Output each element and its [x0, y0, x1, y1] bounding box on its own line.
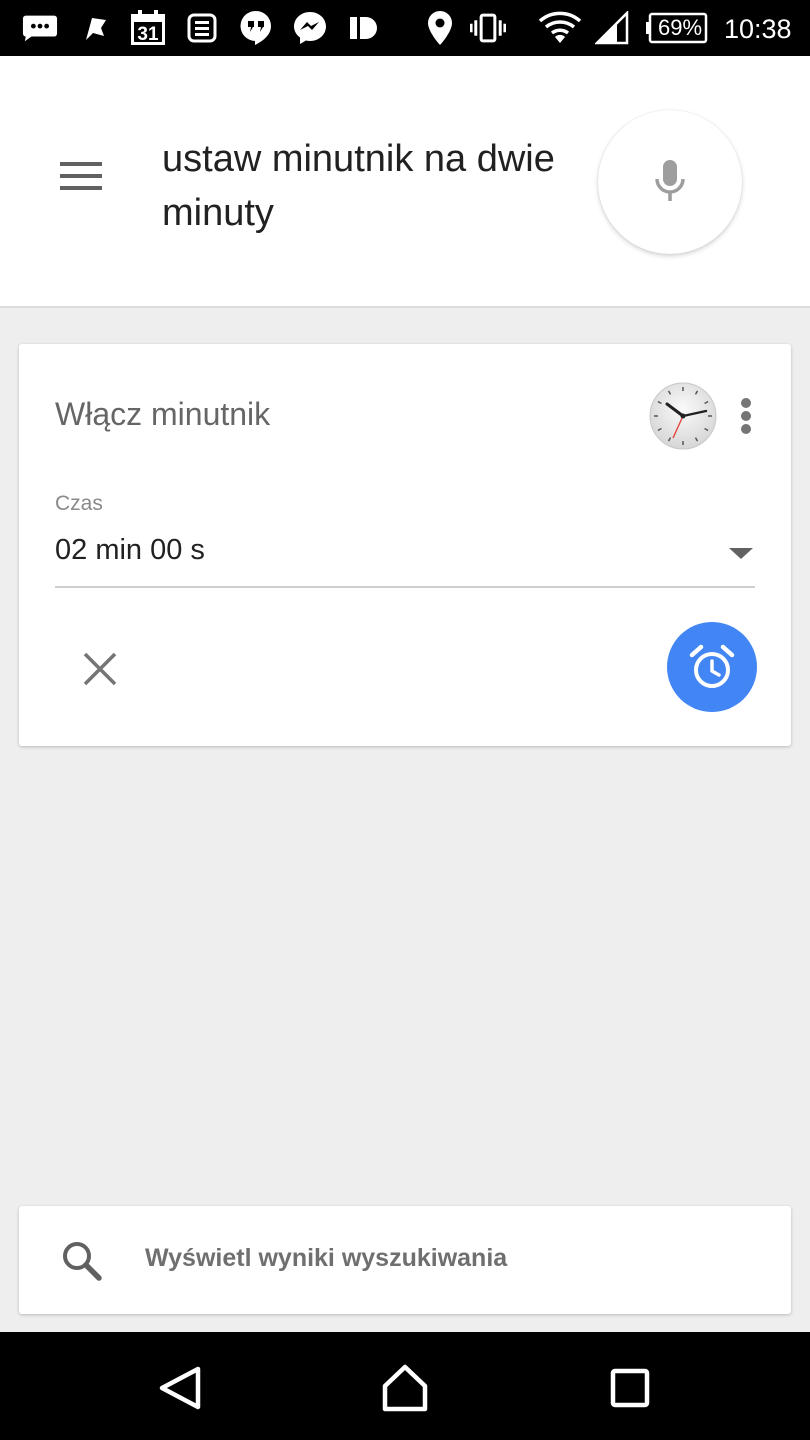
- svg-text:31: 31: [137, 24, 159, 45]
- close-icon: [83, 652, 117, 686]
- flag-icon: [78, 10, 114, 46]
- status-bar: 31 69% 10:38: [0, 0, 810, 56]
- battery-percent: 69%: [658, 15, 703, 40]
- location-icon: [422, 10, 458, 46]
- query-text: ustaw minutnik na dwie minuty: [162, 138, 555, 234]
- messenger-icon: [292, 10, 328, 46]
- card-title: Włącz minutnik: [55, 396, 271, 432]
- time-field-underline: [55, 586, 755, 588]
- mic-button[interactable]: [598, 110, 742, 254]
- mic-icon: [655, 160, 685, 201]
- hangouts-icon: [238, 10, 274, 46]
- clock-time: 10:38: [724, 14, 792, 44]
- calendar-icon: 31: [130, 10, 166, 46]
- time-field-value[interactable]: 02 min 00 s: [55, 534, 205, 567]
- signal-icon: [594, 10, 630, 46]
- wifi-icon: [538, 10, 582, 46]
- search-icon: [59, 1238, 105, 1284]
- alarm-clock-icon: [689, 644, 735, 688]
- more-options-button[interactable]: [733, 392, 759, 440]
- more-vert-icon: [741, 398, 751, 408]
- chat-bubble-icon: [22, 10, 58, 46]
- clock-app-icon: [649, 382, 717, 450]
- show-search-results-label: Wyświetl wyniki wyszukiwania: [145, 1244, 508, 1272]
- navigation-bar: [0, 1332, 810, 1440]
- timer-card: Włącz minutnik Czas 02 min 00 s: [19, 344, 791, 746]
- cancel-button[interactable]: [75, 644, 125, 694]
- news-icon: [184, 10, 220, 46]
- recent-apps-button[interactable]: [602, 1360, 658, 1416]
- recent-apps-icon: [610, 1368, 650, 1408]
- show-search-results-button[interactable]: Wyświetl wyniki wyszukiwania: [19, 1206, 791, 1314]
- dropdown-arrow-icon[interactable]: [729, 548, 753, 559]
- time-field-label: Czas: [55, 492, 103, 515]
- back-icon: [159, 1366, 201, 1410]
- home-button[interactable]: [377, 1360, 433, 1416]
- query-header: ustaw minutnik na dwie minuty: [0, 56, 810, 308]
- menu-icon: [60, 162, 102, 166]
- id-icon: [346, 10, 382, 46]
- home-icon: [382, 1364, 428, 1412]
- start-timer-button[interactable]: [667, 622, 757, 712]
- back-button[interactable]: [152, 1360, 208, 1416]
- vibrate-icon: [470, 10, 506, 46]
- menu-button[interactable]: [56, 162, 106, 202]
